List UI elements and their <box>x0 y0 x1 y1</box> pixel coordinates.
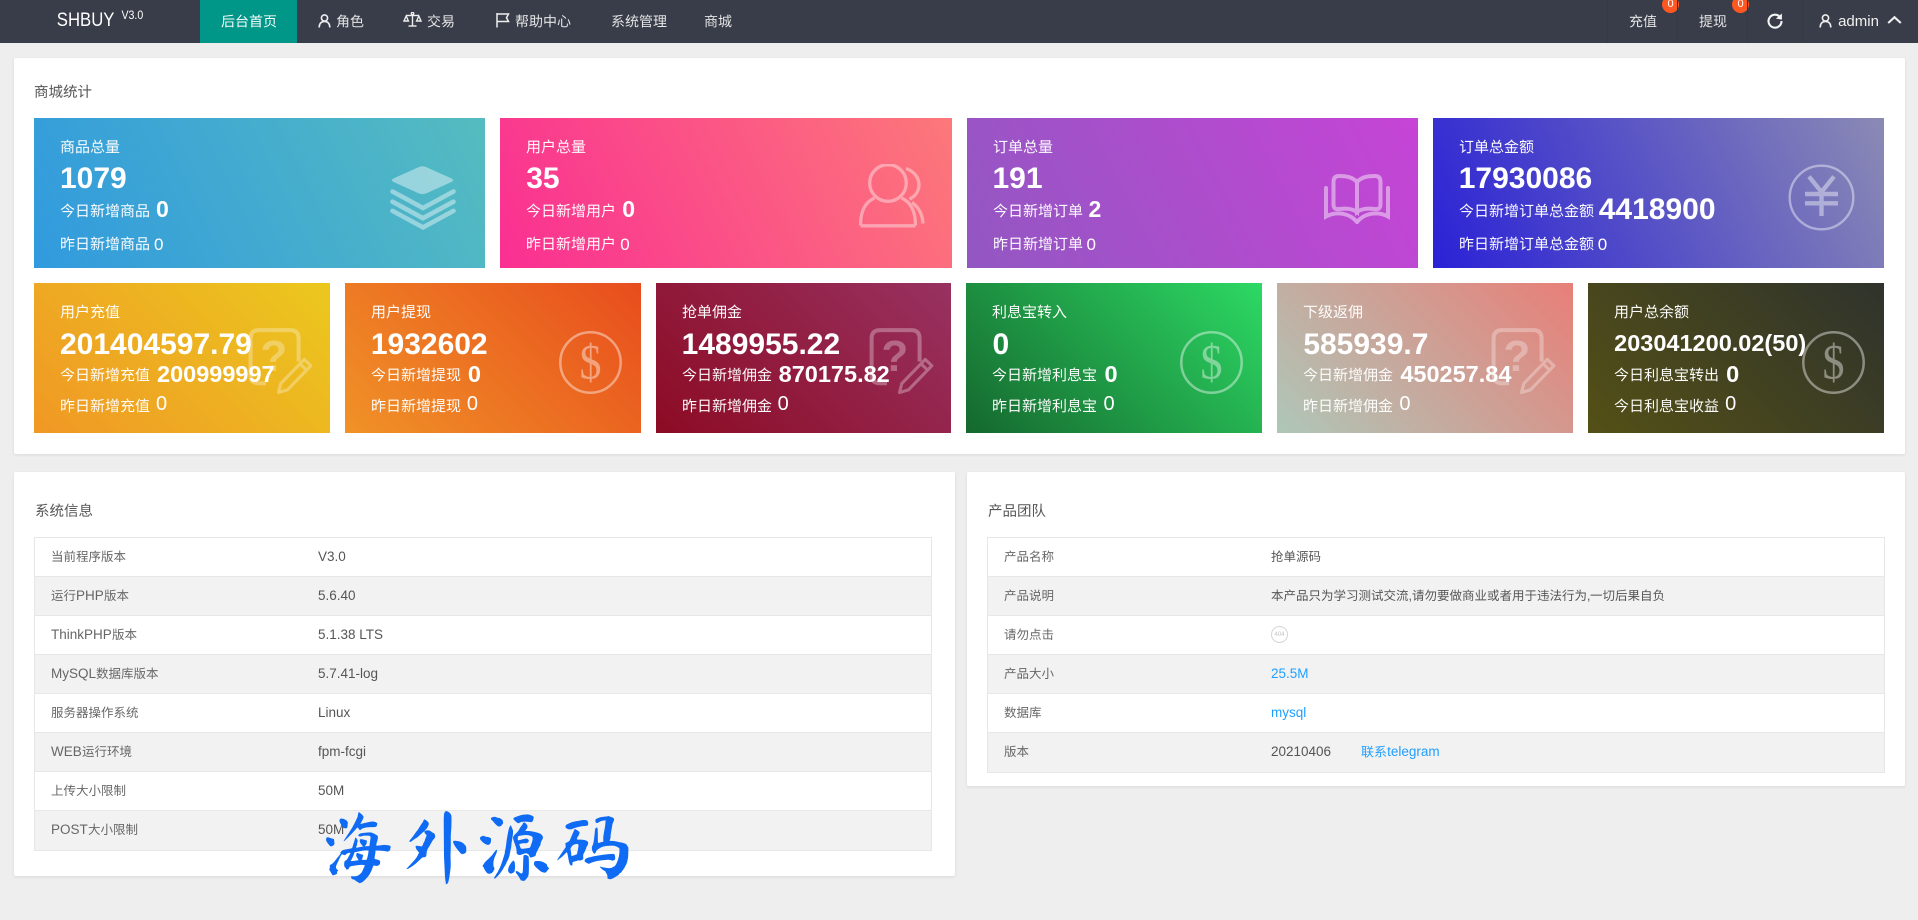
svg-text:?: ? <box>882 332 909 381</box>
svg-text:$: $ <box>1822 335 1844 390</box>
svg-text:$: $ <box>579 335 601 390</box>
svg-text:$: $ <box>1201 335 1223 390</box>
svg-text:?: ? <box>1503 332 1530 381</box>
svg-text:?: ? <box>260 332 287 381</box>
